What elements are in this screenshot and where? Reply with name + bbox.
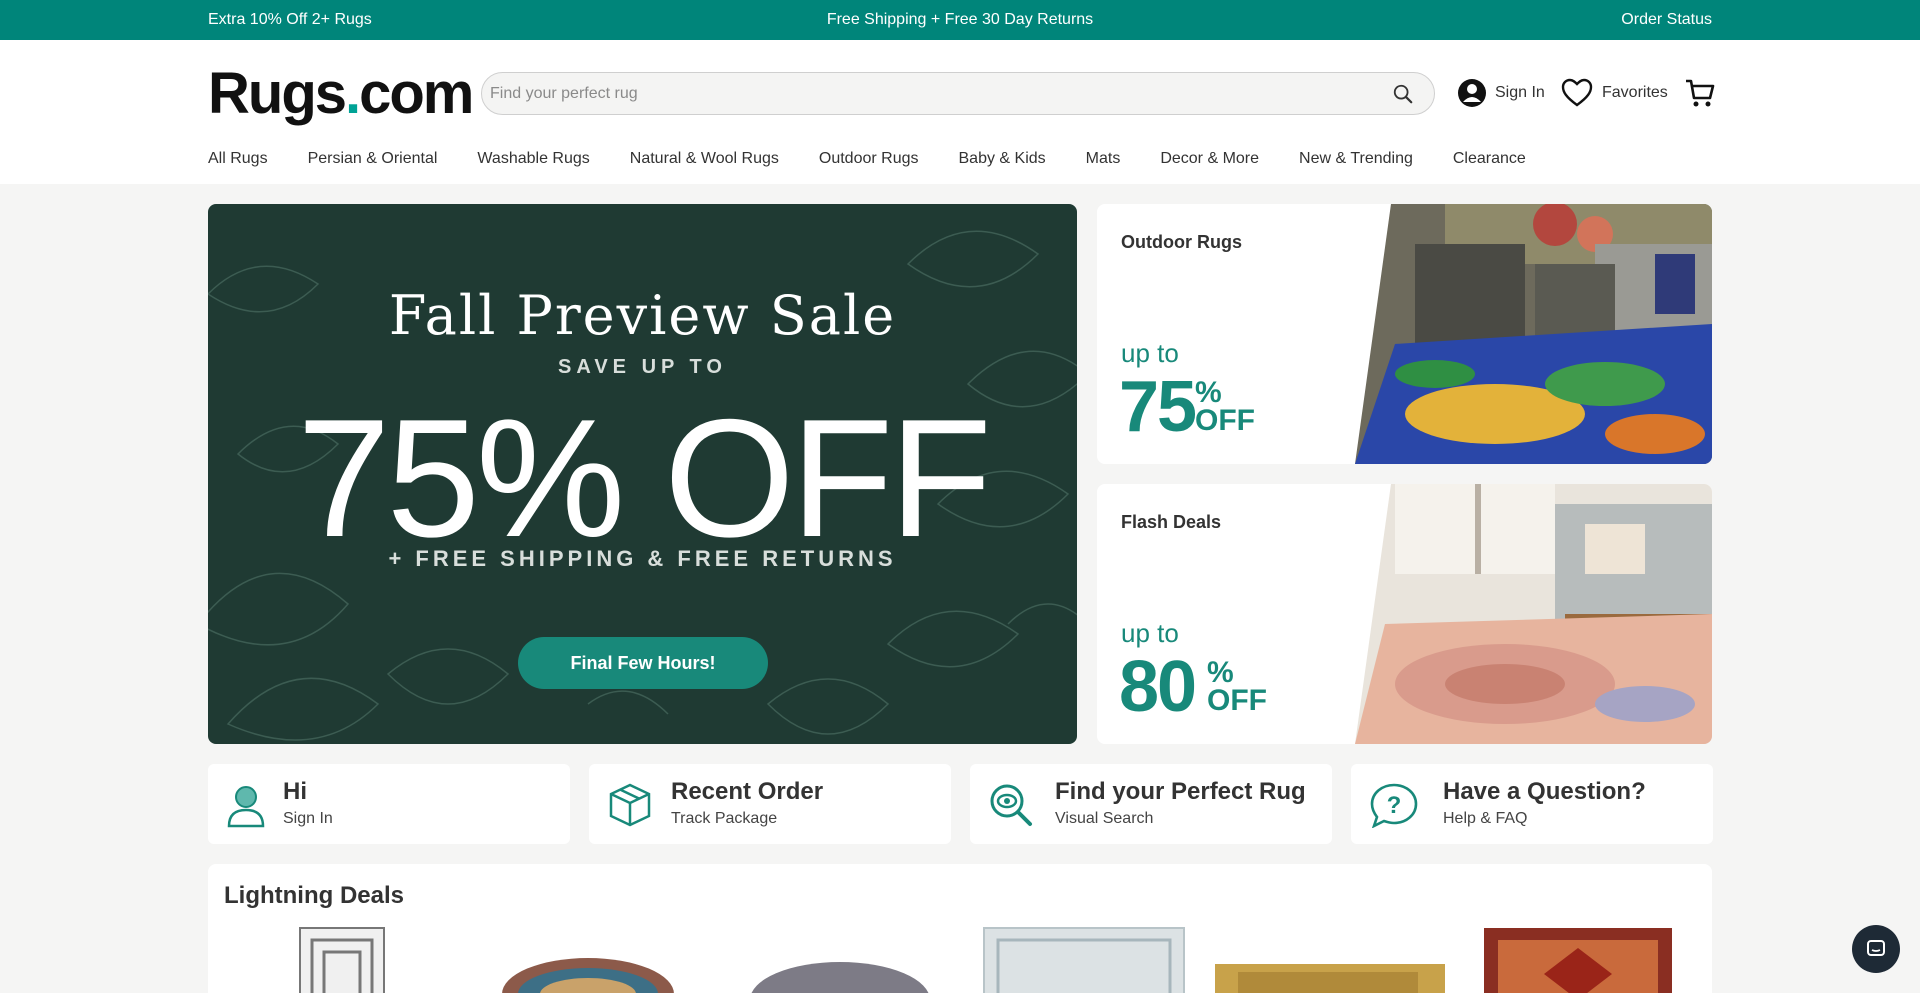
help-icon: ? [1370, 783, 1418, 828]
lightning-deals-section: Lightning Deals [208, 864, 1712, 993]
svg-text:?: ? [1387, 792, 1402, 819]
nav-item-decor[interactable]: Decor & More [1160, 150, 1259, 168]
promo-discount-number: 75 [1119, 367, 1197, 447]
flash-deal-rug-image [1355, 484, 1712, 744]
card-subtitle: Sign In [283, 810, 333, 827]
card-visual-search[interactable]: Find your Perfect Rug Visual Search [970, 764, 1332, 844]
nav-item-baby-kids[interactable]: Baby & Kids [959, 150, 1046, 168]
nav-item-natural-wool[interactable]: Natural & Wool Rugs [630, 150, 779, 168]
account-icon [1458, 79, 1486, 107]
nav-item-washable[interactable]: Washable Rugs [477, 150, 589, 168]
search-bar [481, 72, 1435, 115]
card-title: Hi [283, 778, 307, 805]
card-subtitle: Help & FAQ [1443, 810, 1528, 827]
sign-in-button[interactable]: Sign In [1457, 78, 1545, 108]
sign-in-label: Sign In [1495, 84, 1545, 101]
chat-button[interactable] [1852, 925, 1900, 973]
deal-rug-4 [983, 927, 1185, 993]
favorites-label: Favorites [1602, 84, 1668, 101]
promo-outdoor-rugs[interactable]: Outdoor Rugs up to 75 % OFF [1097, 204, 1712, 464]
nav-item-all-rugs[interactable]: All Rugs [208, 150, 268, 168]
search-icon[interactable] [1392, 83, 1414, 105]
card-help[interactable]: ? Have a Question? Help & FAQ [1351, 764, 1713, 844]
heart-icon [1561, 78, 1593, 107]
top-promo-bar: Extra 10% Off 2+ Rugs Free Shipping + Fr… [0, 0, 1920, 40]
chat-icon [1867, 940, 1885, 956]
promo-title: Flash Deals [1121, 512, 1222, 532]
outdoor-rug-image [1355, 204, 1712, 464]
promo-upto: up to [1121, 338, 1179, 368]
nav-item-new-trending[interactable]: New & Trending [1299, 150, 1413, 168]
promo-flash-deals[interactable]: Flash Deals up to 80 % OFF [1097, 484, 1712, 744]
user-icon [227, 786, 265, 828]
deal-product-images [299, 927, 1672, 993]
card-subtitle: Track Package [671, 810, 778, 827]
card-title: Find your Perfect Rug [1055, 778, 1306, 805]
promo-discount-number: 80 [1119, 647, 1197, 727]
main-nav: All Rugs Persian & Oriental Washable Rug… [208, 150, 1566, 168]
visual-search-icon [990, 784, 1032, 826]
promo-title: Outdoor Rugs [1121, 232, 1242, 252]
promo-off: OFF [1195, 404, 1255, 437]
nav-item-clearance[interactable]: Clearance [1453, 150, 1526, 168]
deal-rug-5 [1215, 964, 1445, 993]
card-subtitle: Visual Search [1055, 810, 1154, 827]
site-header: Rugs.com Sign In Favorites All Rugs Pers… [0, 40, 1920, 184]
promo-upto: up to [1121, 618, 1179, 648]
hero-title: Fall Preview Sale [388, 284, 897, 347]
deal-rug-1 [299, 927, 385, 993]
card-sign-in[interactable]: Hi Sign In [208, 764, 570, 844]
nav-item-persian[interactable]: Persian & Oriental [308, 150, 438, 168]
search-input[interactable] [490, 73, 1370, 114]
cart-icon[interactable] [1684, 78, 1716, 108]
nav-item-outdoor[interactable]: Outdoor Rugs [819, 150, 919, 168]
deal-rug-3 [751, 962, 929, 993]
hero-banner[interactable]: Fall Preview Sale SAVE UP TO 75% OFF + F… [208, 204, 1077, 744]
favorites-button[interactable]: Favorites [1560, 78, 1668, 108]
final-few-hours-button[interactable]: Final Few Hours! [518, 637, 768, 689]
package-icon [609, 783, 651, 827]
nav-item-mats[interactable]: Mats [1086, 150, 1121, 168]
promo-off: OFF [1207, 684, 1267, 717]
card-recent-order[interactable]: Recent Order Track Package [589, 764, 951, 844]
deal-rug-6 [1484, 928, 1672, 993]
card-title: Have a Question? [1443, 778, 1646, 805]
hero-free-shipping: + FREE SHIPPING & FREE RETURNS [388, 546, 897, 571]
site-logo[interactable]: Rugs.com [208, 60, 474, 127]
deal-rug-2 [502, 958, 674, 993]
order-status-link[interactable]: Order Status [1621, 11, 1712, 29]
hero-save-text: SAVE UP TO [558, 356, 727, 378]
card-title: Recent Order [671, 778, 824, 805]
